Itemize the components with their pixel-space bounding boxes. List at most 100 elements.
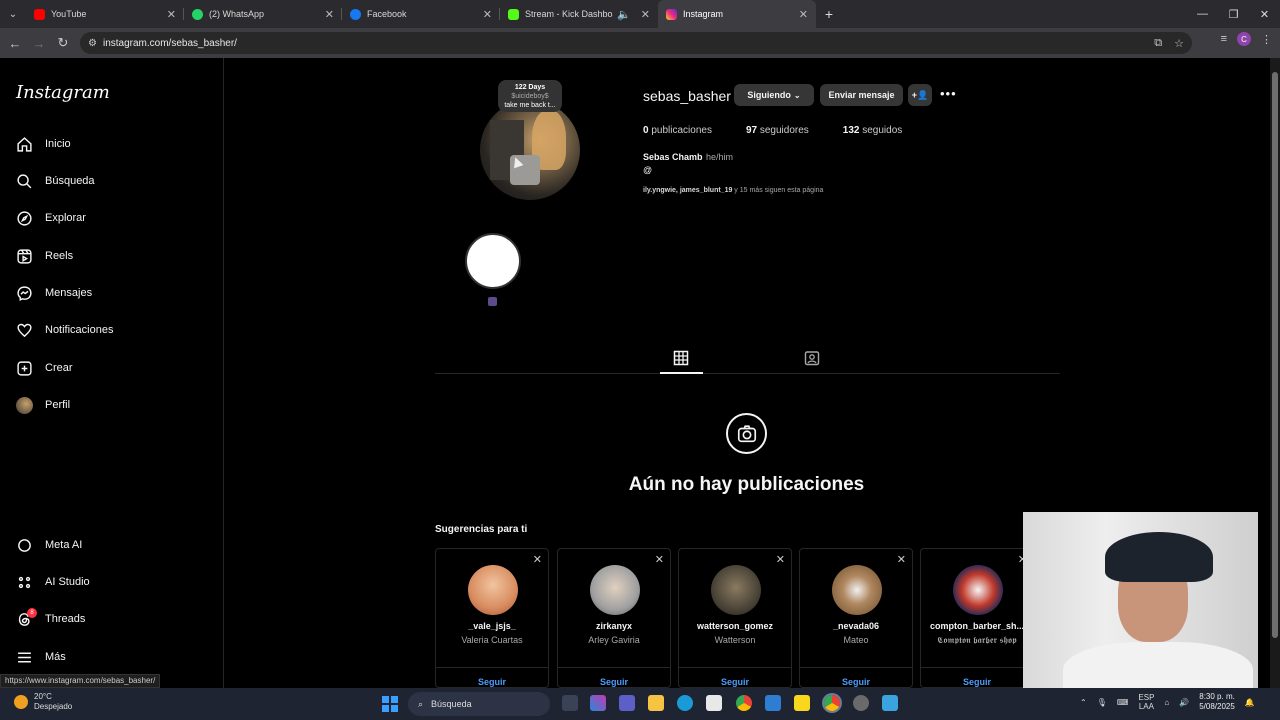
edge-icon[interactable]: [677, 695, 693, 711]
close-icon[interactable]: ✕: [897, 553, 906, 566]
close-icon[interactable]: ✕: [325, 8, 334, 21]
photos-icon[interactable]: [765, 695, 781, 711]
scrollbar-thumb[interactable]: [1272, 72, 1278, 638]
back-icon[interactable]: ←: [3, 31, 27, 55]
maximize-icon[interactable]: ❐: [1218, 0, 1249, 28]
close-icon[interactable]: ✕: [776, 553, 785, 566]
kebab-menu-icon[interactable]: ⋮: [1261, 33, 1272, 46]
follow-button[interactable]: Seguir: [800, 677, 912, 687]
tab-youtube[interactable]: YouTube ✕: [26, 0, 184, 28]
avatar[interactable]: [832, 565, 882, 615]
followed-by[interactable]: ily.yngwie, james_blunt_19 y 15 más sigu…: [643, 187, 823, 194]
following-stat[interactable]: 132 seguidos: [843, 125, 903, 136]
speaker-icon[interactable]: 🔈: [617, 8, 631, 21]
grid-icon[interactable]: [673, 350, 689, 366]
avatar[interactable]: [468, 565, 518, 615]
chrome-icon[interactable]: [736, 695, 752, 711]
suggestion-card[interactable]: ✕ watterson_gomez Watterson Seguir: [678, 548, 792, 688]
site-info-icon[interactable]: ⚙: [88, 38, 97, 49]
suggestion-username[interactable]: _vale_jsjs_: [436, 621, 548, 631]
file-explorer-icon[interactable]: [648, 695, 664, 711]
tab-whatsapp[interactable]: (2) WhatsApp ✕: [184, 0, 342, 28]
vpn-shield-icon[interactable]: [882, 695, 898, 711]
followers-stat[interactable]: 97 seguidores: [746, 125, 809, 136]
nav-reels[interactable]: Reels: [16, 244, 73, 268]
more-options-icon[interactable]: •••: [940, 86, 957, 101]
reload-icon[interactable]: ↻: [51, 31, 75, 55]
minimize-icon[interactable]: —: [1187, 0, 1218, 28]
task-view-icon[interactable]: [562, 695, 578, 711]
nav-mas[interactable]: Más: [16, 645, 66, 669]
tab-instagram[interactable]: Instagram ✕: [658, 0, 816, 28]
close-icon[interactable]: ✕: [533, 553, 542, 566]
avatar[interactable]: [953, 565, 1003, 615]
install-app-icon[interactable]: ⧉: [1154, 37, 1162, 50]
follow-button[interactable]: Seguir: [679, 677, 791, 687]
send-message-button[interactable]: Enviar mensaje: [820, 84, 903, 106]
chrome-active-icon[interactable]: [824, 695, 840, 711]
follow-button[interactable]: Seguir: [921, 677, 1033, 687]
taskbar-search[interactable]: ⌕ Búsqueda: [408, 692, 550, 716]
network-icon[interactable]: ⌂: [1164, 698, 1169, 707]
omnibox[interactable]: ⚙ instagram.com/sebas_basher/ ⧉ ☆: [80, 32, 1192, 54]
teams-icon[interactable]: [619, 695, 635, 711]
reading-list-icon[interactable]: ≡: [1221, 33, 1227, 45]
bookmark-star-icon[interactable]: ☆: [1174, 37, 1184, 50]
clock[interactable]: 8:30 p. m. 5/08/2025: [1199, 692, 1235, 712]
suggestion-username[interactable]: compton_barber_sh...: [921, 621, 1033, 631]
forward-icon[interactable]: →: [27, 31, 51, 55]
store-icon[interactable]: [706, 695, 722, 711]
notification-bell-icon[interactable]: 🔔: [1245, 698, 1255, 707]
sticky-notes-icon[interactable]: [794, 695, 810, 711]
tab-kick[interactable]: Stream - Kick Dashboard 🔈 ✕: [500, 0, 658, 28]
profile-note[interactable]: 122 Days $uicideboy$ take me back t...: [498, 80, 562, 112]
suggestion-card[interactable]: ✕ compton_barber_sh... 𝕮𝖔𝖒𝖕𝖙𝖔𝖓 𝖇𝖆𝖗𝖇𝖊𝖗 𝖘𝖍…: [920, 548, 1034, 688]
keyboard-icon[interactable]: ⌨: [1117, 698, 1129, 707]
suggestion-username[interactable]: _nevada06: [800, 621, 912, 631]
close-icon[interactable]: ✕: [655, 553, 664, 566]
copilot-icon[interactable]: [590, 695, 606, 711]
suggestion-card[interactable]: ✕ zirkanyx Arley Gaviria Seguir: [557, 548, 671, 688]
chevron-up-icon[interactable]: ⌃: [1080, 698, 1087, 707]
nav-notificaciones[interactable]: Notificaciones: [16, 318, 113, 342]
weather-widget[interactable]: 20°C Despejado: [14, 692, 72, 712]
avatar[interactable]: [711, 565, 761, 615]
nav-inicio[interactable]: Inicio: [16, 132, 71, 156]
suggestion-card[interactable]: ✕ _nevada06 Mateo Seguir: [799, 548, 913, 688]
obs-icon[interactable]: [853, 695, 869, 711]
nav-busqueda[interactable]: Búsqueda: [16, 169, 95, 193]
avatar[interactable]: [590, 565, 640, 615]
windows-start-icon[interactable]: [382, 696, 398, 712]
tagged-icon[interactable]: [804, 350, 820, 366]
following-button[interactable]: Siguiendo ⌄: [734, 84, 814, 106]
language-indicator[interactable]: ESP LAA: [1138, 693, 1154, 711]
nav-ai-studio[interactable]: AI Studio: [16, 570, 90, 594]
add-user-button[interactable]: +👤: [908, 84, 932, 106]
threads-link-icon[interactable]: @: [643, 165, 652, 175]
follow-button[interactable]: Seguir: [436, 677, 548, 687]
profile-picture[interactable]: [480, 100, 580, 200]
url-text[interactable]: instagram.com/sebas_basher/: [103, 38, 237, 49]
tab-search-icon[interactable]: ⌄: [0, 0, 26, 28]
nav-threads[interactable]: 8 Threads: [16, 607, 85, 631]
nav-explorar[interactable]: Explorar: [16, 206, 86, 230]
close-window-icon[interactable]: ✕: [1249, 0, 1280, 28]
follow-button[interactable]: Seguir: [558, 677, 670, 687]
story-highlight[interactable]: [465, 233, 521, 289]
suggestion-username[interactable]: zirkanyx: [558, 621, 670, 631]
close-icon[interactable]: ✕: [641, 8, 650, 21]
nav-meta-ai[interactable]: Meta AI: [16, 533, 82, 557]
page-scrollbar[interactable]: [1270, 58, 1280, 688]
suggestion-card[interactable]: ✕ _vale_jsjs_ Valeria Cuartas Seguir: [435, 548, 549, 688]
tab-facebook[interactable]: Facebook ✕: [342, 0, 500, 28]
close-icon[interactable]: ✕: [483, 8, 492, 21]
close-icon[interactable]: ✕: [167, 8, 176, 21]
microphone-icon[interactable]: 🎙: [1097, 698, 1107, 707]
volume-icon[interactable]: 🔊: [1179, 698, 1189, 707]
nav-crear[interactable]: Crear: [16, 356, 73, 380]
browser-profile-avatar[interactable]: C: [1237, 32, 1251, 46]
nav-mensajes[interactable]: Mensajes: [16, 281, 92, 305]
nav-perfil[interactable]: Perfil: [16, 393, 70, 417]
new-tab-button[interactable]: +: [816, 0, 842, 28]
suggestion-username[interactable]: watterson_gomez: [679, 621, 791, 631]
